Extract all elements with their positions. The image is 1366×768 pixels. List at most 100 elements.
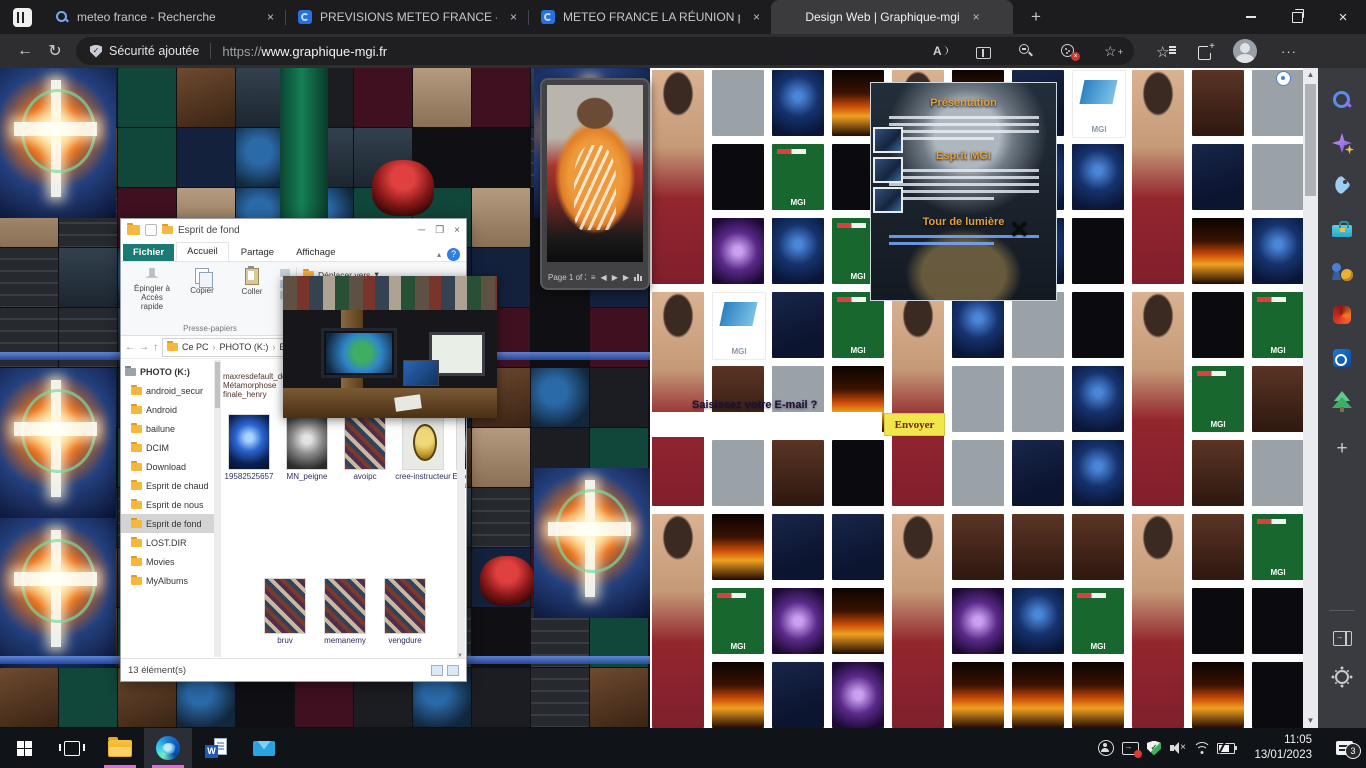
clipboard-group-label: Presse-papiers xyxy=(183,324,237,333)
tools-icon[interactable] xyxy=(1331,218,1353,240)
add-sidebar-item-icon[interactable]: + xyxy=(1331,438,1353,460)
games-icon[interactable] xyxy=(1331,261,1353,283)
minimize-button[interactable] xyxy=(1228,0,1274,34)
portrait-tile xyxy=(652,514,704,728)
file-thumbnail xyxy=(264,578,306,634)
presentation-subtitle-2: Tour de lumière xyxy=(871,216,1056,228)
profile-avatar[interactable] xyxy=(1233,39,1257,63)
folder-name: Download xyxy=(146,462,186,472)
file-thumbnail xyxy=(344,414,386,470)
send-button[interactable]: Envoyer xyxy=(884,413,945,436)
shopping-icon[interactable] xyxy=(1331,175,1353,197)
next-icon[interactable]: ▶ xyxy=(623,273,629,282)
collage-tile xyxy=(590,668,648,727)
tree-icon[interactable] xyxy=(1331,390,1353,412)
copilot-icon[interactable] xyxy=(1331,132,1353,154)
collage-tile xyxy=(1012,662,1064,728)
collage-tile xyxy=(1192,440,1244,506)
explorer-up-icon: ↑ xyxy=(153,342,158,353)
folder-icon xyxy=(131,577,142,585)
scroll-up-arrow[interactable]: ▲ xyxy=(1303,68,1318,82)
desk-photo[interactable] xyxy=(283,276,497,418)
file-name: bruv xyxy=(257,636,313,645)
file-name: cree-instructeur xyxy=(395,472,451,481)
file-explorer-button[interactable] xyxy=(96,728,144,768)
cookies-blocked-icon[interactable]: × xyxy=(1061,43,1077,59)
favorites-icon[interactable]: ☆ xyxy=(1156,43,1172,59)
open-panel-icon[interactable] xyxy=(1333,631,1352,646)
refresh-button[interactable]: ↻ xyxy=(40,41,70,61)
outlook-icon[interactable] xyxy=(1331,347,1353,369)
security-tray-button[interactable] xyxy=(1142,728,1166,768)
edge-button[interactable] xyxy=(144,728,192,768)
tab-actions-menu-icon[interactable] xyxy=(13,8,32,27)
collage-tile xyxy=(1192,70,1244,136)
tab-close-icon[interactable]: × xyxy=(968,9,985,26)
collage-tile xyxy=(472,68,530,127)
play-icon[interactable]: ▶ xyxy=(612,273,618,282)
tab-3[interactable]: METEO FRANCE LA RÉUNION pa× xyxy=(529,0,771,34)
page-scrollbar[interactable]: ▲ ▼ xyxy=(1303,68,1318,728)
collage-tile xyxy=(413,68,471,127)
stats-icon[interactable] xyxy=(634,273,642,281)
people-tray-button[interactable] xyxy=(1094,728,1118,768)
explorer-restore-icon: ❐ xyxy=(435,225,444,236)
read-aloud-icon[interactable]: A xyxy=(933,43,949,59)
volume-tray-button[interactable] xyxy=(1166,728,1190,768)
add-favorite-icon[interactable]: ☆+ xyxy=(1104,43,1120,59)
browser-toolbar: ← ↻ Sécurité ajoutée https:// www.graphi… xyxy=(0,34,1366,68)
file-thumbnail xyxy=(286,414,328,470)
tab-1[interactable]: meteo france - Recherche × xyxy=(43,0,285,34)
gallery-player[interactable]: Page 1 of 3 ≡ ◀ ▶ ▶ xyxy=(540,78,650,290)
taskbar-clock[interactable]: 11:05 13/01/2023 xyxy=(1246,733,1312,763)
collage-tile xyxy=(772,440,824,506)
notification-center-button[interactable]: 3 xyxy=(1322,728,1366,768)
explorer-status-bar: 13 élément(s) xyxy=(121,658,466,681)
word-button[interactable]: W xyxy=(192,728,240,768)
display-tray-button[interactable] xyxy=(1118,728,1142,768)
visual-search-icon[interactable] xyxy=(1276,71,1291,86)
start-button[interactable] xyxy=(0,728,48,768)
new-tab-button[interactable]: + xyxy=(1021,7,1051,27)
zoom-out-icon[interactable] xyxy=(1018,43,1034,59)
immersive-reader-icon[interactable] xyxy=(976,47,991,59)
mail-button[interactable] xyxy=(240,728,288,768)
explorer-close-icon: × xyxy=(454,225,460,236)
task-view-button[interactable] xyxy=(48,728,96,768)
mgi-logo-text: MGI xyxy=(1192,420,1244,429)
sidebar-settings-icon[interactable] xyxy=(1331,666,1353,688)
collage-tile xyxy=(0,668,58,727)
file-name: avoipc xyxy=(337,472,393,481)
tab-close-icon[interactable]: × xyxy=(748,9,765,26)
previous-icon[interactable]: ◀ xyxy=(601,273,607,282)
cosmic-cross-art xyxy=(0,368,116,518)
presentation-text-lines-2 xyxy=(889,169,1039,200)
explorer-folder: DCIM xyxy=(121,438,221,457)
close-window-button[interactable]: × xyxy=(1320,0,1366,34)
address-bar[interactable]: Sécurité ajoutée https:// www.graphique-… xyxy=(76,37,1134,65)
tab-close-icon[interactable]: × xyxy=(505,9,522,26)
settings-more-icon[interactable]: ··· xyxy=(1281,44,1297,59)
tab-title: meteo france - Recherche xyxy=(77,10,254,24)
office-icon[interactable] xyxy=(1331,304,1353,326)
battery-tray-button[interactable] xyxy=(1214,728,1238,768)
back-button[interactable]: ← xyxy=(10,42,40,60)
restore-button[interactable] xyxy=(1274,0,1320,34)
scroll-down-arrow[interactable]: ▼ xyxy=(1303,714,1318,728)
scrollbar-thumb[interactable] xyxy=(1305,84,1316,196)
presentation-panel[interactable]: Présentation Esprit MGI Tour de lumière … xyxy=(870,82,1057,301)
playlist-icon[interactable]: ≡ xyxy=(591,273,596,282)
folder-icon xyxy=(131,558,142,566)
window-controls: × xyxy=(1228,0,1366,34)
edge-sidebar: + xyxy=(1318,68,1366,728)
collections-icon[interactable] xyxy=(1198,46,1211,60)
tab-2[interactable]: PREVISIONS METEO FRANCE - Si× xyxy=(286,0,528,34)
email-input[interactable] xyxy=(652,412,882,437)
file-thumbnail xyxy=(384,578,426,634)
tab-close-icon[interactable]: × xyxy=(262,9,279,26)
security-shield-icon[interactable] xyxy=(90,45,102,58)
explorer-file: avoipc xyxy=(337,414,393,481)
network-tray-button[interactable] xyxy=(1190,728,1214,768)
tab-4[interactable]: Design Web | Graphique-mgi× xyxy=(771,0,1013,34)
sidebar-search-icon[interactable] xyxy=(1331,89,1353,111)
